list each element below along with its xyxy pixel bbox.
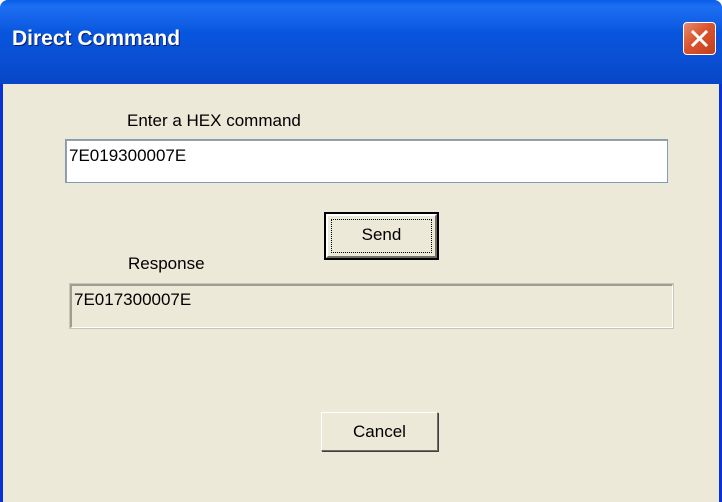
- window-title: Direct Command: [12, 27, 181, 50]
- hex-command-input[interactable]: 7E019300007E: [65, 139, 668, 183]
- close-button[interactable]: [683, 22, 716, 55]
- title-bar[interactable]: Direct Command: [0, 0, 722, 84]
- send-button-label: Send: [361, 225, 402, 244]
- send-button-face: Send: [326, 214, 437, 258]
- response-label: Response: [128, 254, 205, 273]
- cancel-button[interactable]: Cancel: [321, 412, 438, 451]
- response-field: 7E017300007E: [70, 284, 673, 328]
- dialog-window: Direct Command Enter a HEX command 7E019…: [0, 0, 722, 502]
- dialog-body: Enter a HEX command 7E019300007E Send Re…: [3, 84, 719, 502]
- command-label: Enter a HEX command: [127, 111, 301, 130]
- send-button[interactable]: Send: [324, 212, 439, 260]
- close-icon: [690, 29, 709, 48]
